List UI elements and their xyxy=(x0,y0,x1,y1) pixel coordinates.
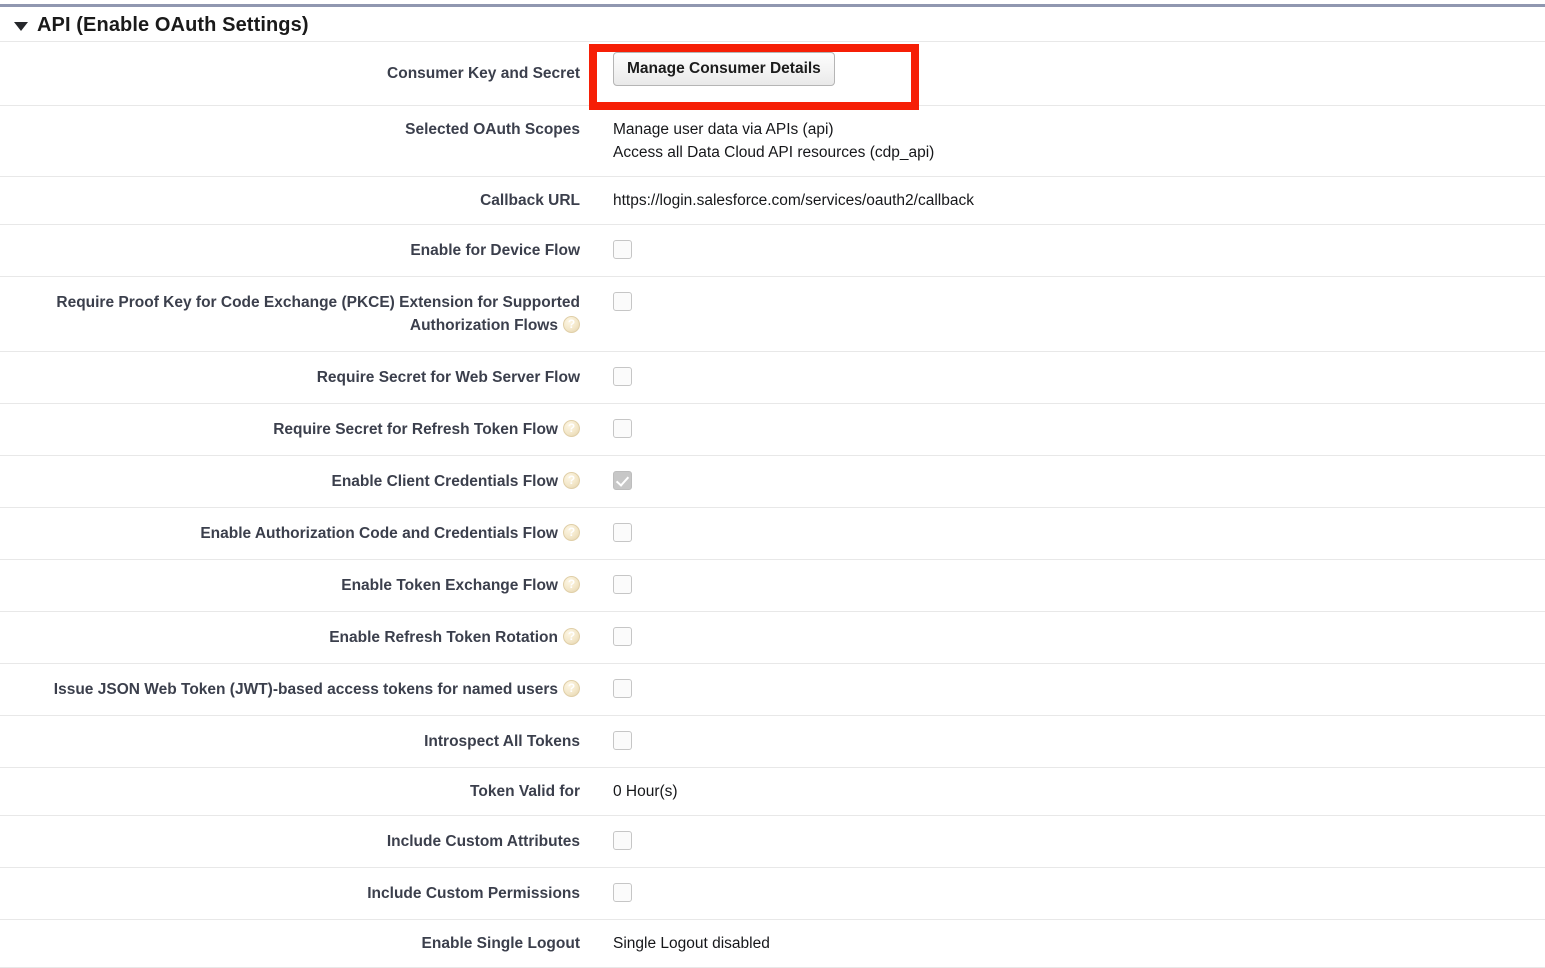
field-label-text: Consumer Key and Secret xyxy=(387,65,580,82)
field-value: Single Logout disabled xyxy=(580,920,1545,967)
help-icon[interactable] xyxy=(563,680,580,697)
table-row: Callback URL https://login.salesforce.com… xyxy=(0,177,1545,225)
oauth-settings-page: API (Enable OAuth Settings) Consumer Key… xyxy=(0,4,1545,968)
manage-consumer-details-button[interactable]: Manage Consumer Details xyxy=(613,52,835,86)
checkbox-unchecked[interactable] xyxy=(613,419,632,439)
field-value xyxy=(580,225,1545,274)
field-label-text: Issue JSON Web Token (JWT)-based access … xyxy=(53,681,558,698)
table-row: Require Secret for Web Server Flow xyxy=(0,352,1545,404)
checkbox-unchecked[interactable] xyxy=(613,523,632,543)
field-label: Callback URL xyxy=(0,177,580,224)
field-value xyxy=(580,560,1545,609)
field-label: Issue JSON Web Token (JWT)-based access … xyxy=(0,664,580,715)
value-text: https://login.salesforce.com/services/oa… xyxy=(613,192,974,209)
section-header[interactable]: API (Enable OAuth Settings) xyxy=(0,7,1545,41)
field-value xyxy=(580,456,1545,505)
value-text: Single Logout disabled xyxy=(613,935,770,952)
help-icon[interactable] xyxy=(563,628,580,645)
help-icon[interactable] xyxy=(563,316,580,333)
field-label: Require Secret for Web Server Flow xyxy=(0,352,580,403)
field-label-text: Callback URL xyxy=(480,192,580,209)
field-label: Token Valid for xyxy=(0,768,580,815)
field-label-text: Enable Token Exchange Flow xyxy=(341,577,558,594)
table-row: Enable Authorization Code and Credential… xyxy=(0,508,1545,560)
field-label-text: Enable Client Credentials Flow xyxy=(331,473,558,490)
checkbox-unchecked[interactable] xyxy=(613,292,632,312)
field-label: Enable Authorization Code and Credential… xyxy=(0,508,580,559)
field-label-text: Require Secret for Refresh Token Flow xyxy=(273,421,558,438)
field-value: Manage user data via APIs (api) Access al… xyxy=(580,106,1545,176)
checkbox-unchecked[interactable] xyxy=(613,240,632,260)
field-label-text: Include Custom Permissions xyxy=(367,885,580,902)
table-row: Include Custom Attributes xyxy=(0,816,1545,868)
field-value xyxy=(580,868,1545,917)
value-text: 0 Hour(s) xyxy=(613,783,678,800)
checkbox-unchecked[interactable] xyxy=(613,575,632,595)
field-label: Enable Single Logout xyxy=(0,920,580,967)
table-row: Selected OAuth Scopes Manage user data vi… xyxy=(0,106,1545,177)
field-label: Enable for Device Flow xyxy=(0,225,580,276)
field-label: Include Custom Permissions xyxy=(0,868,580,919)
value-line: Manage user data via APIs (api) xyxy=(613,121,834,138)
table-row: Enable Token Exchange Flow xyxy=(0,560,1545,612)
field-label-text: Require Secret for Web Server Flow xyxy=(316,369,580,386)
field-label: Selected OAuth Scopes xyxy=(0,106,580,153)
table-row: Introspect All Tokens xyxy=(0,716,1545,768)
field-value: https://login.salesforce.com/services/oa… xyxy=(580,177,1545,224)
field-label: Enable Token Exchange Flow xyxy=(0,560,580,611)
help-icon[interactable] xyxy=(563,420,580,437)
field-label-text: Enable Authorization Code and Credential… xyxy=(200,525,558,542)
field-label-text: Enable Single Logout xyxy=(421,935,580,952)
field-label: Enable Client Credentials Flow xyxy=(0,456,580,507)
table-row: Enable Refresh Token Rotation xyxy=(0,612,1545,664)
triangle-down-icon[interactable] xyxy=(14,22,28,31)
help-icon[interactable] xyxy=(563,472,580,489)
table-row: Issue JSON Web Token (JWT)-based access … xyxy=(0,664,1545,716)
table-row: Token Valid for 0 Hour(s) xyxy=(0,768,1545,816)
field-label-text: Selected OAuth Scopes xyxy=(405,121,580,138)
field-value xyxy=(580,277,1545,326)
field-value: 0 Hour(s) xyxy=(580,768,1545,815)
field-label: Enable Refresh Token Rotation xyxy=(0,612,580,663)
table-row: Include Custom Permissions xyxy=(0,868,1545,920)
table-row: Enable Single Logout Single Logout disabl… xyxy=(0,920,1545,968)
field-value xyxy=(580,612,1545,661)
checkbox-unchecked[interactable] xyxy=(613,367,632,387)
page-title: API (Enable OAuth Settings) xyxy=(37,13,309,36)
field-label-text: Include Custom Attributes xyxy=(386,833,580,850)
field-value xyxy=(580,352,1545,401)
field-value xyxy=(580,664,1545,713)
field-label-text: Token Valid for xyxy=(470,783,580,800)
table-row: Require Secret for Refresh Token Flow xyxy=(0,404,1545,456)
field-value xyxy=(580,716,1545,765)
help-icon[interactable] xyxy=(563,524,580,541)
field-label-text: Require Proof Key for Code Exchange (PKC… xyxy=(56,294,580,334)
table-row: Enable for Device Flow xyxy=(0,225,1545,277)
help-icon[interactable] xyxy=(563,576,580,593)
field-label: Consumer Key and Secret xyxy=(0,42,580,105)
value-line: Access all Data Cloud API resources (cdp… xyxy=(613,144,935,161)
field-label: Require Proof Key for Code Exchange (PKC… xyxy=(0,277,580,351)
table-row: Require Proof Key for Code Exchange (PKC… xyxy=(0,277,1545,352)
checkbox-unchecked[interactable] xyxy=(613,679,632,699)
field-value xyxy=(580,404,1545,453)
checkbox-unchecked[interactable] xyxy=(613,883,632,903)
checkbox-checked[interactable] xyxy=(613,471,632,491)
field-label-text: Introspect All Tokens xyxy=(424,733,580,750)
checkbox-unchecked[interactable] xyxy=(613,627,632,647)
field-label: Introspect All Tokens xyxy=(0,716,580,767)
settings-row-list: Consumer Key and Secret Manage Consumer D… xyxy=(0,41,1545,968)
field-value: Manage Consumer Details xyxy=(580,42,1545,96)
field-value xyxy=(580,816,1545,865)
field-value xyxy=(580,508,1545,557)
table-row: Enable Client Credentials Flow xyxy=(0,456,1545,508)
table-row: Consumer Key and Secret Manage Consumer D… xyxy=(0,41,1545,106)
field-label-text: Enable Refresh Token Rotation xyxy=(329,629,558,646)
field-label: Require Secret for Refresh Token Flow xyxy=(0,404,580,455)
field-label: Include Custom Attributes xyxy=(0,816,580,867)
field-label-text: Enable for Device Flow xyxy=(410,242,580,259)
checkbox-unchecked[interactable] xyxy=(613,731,632,751)
checkbox-unchecked[interactable] xyxy=(613,831,632,851)
